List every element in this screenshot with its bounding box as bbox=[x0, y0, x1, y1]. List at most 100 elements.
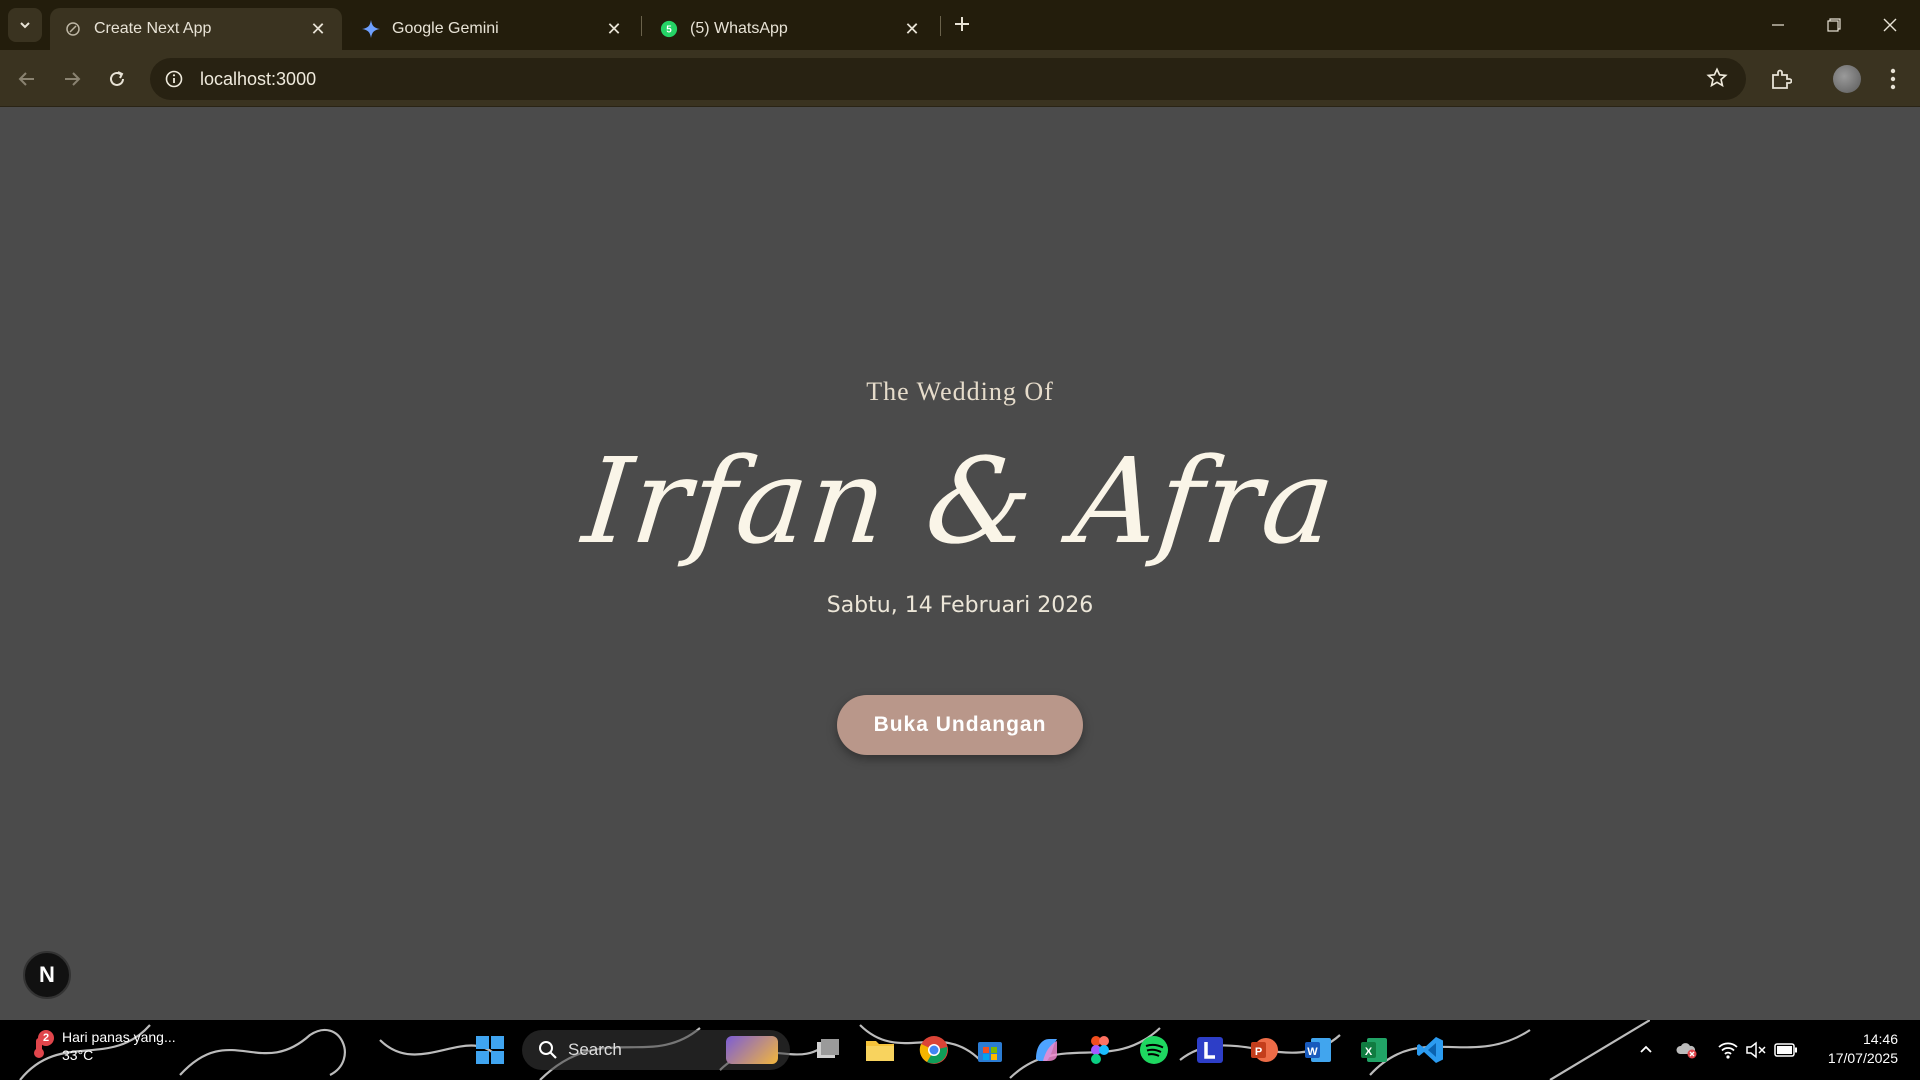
copilot-button[interactable] bbox=[1028, 1032, 1064, 1068]
url-text: localhost:3000 bbox=[200, 68, 317, 89]
vscode-button[interactable] bbox=[1412, 1032, 1448, 1068]
site-info-icon[interactable] bbox=[162, 67, 186, 91]
minimize-icon bbox=[1772, 24, 1784, 26]
close-window-button[interactable] bbox=[1862, 0, 1918, 50]
taskbar-search-box[interactable]: Search bbox=[522, 1030, 790, 1070]
tab-title: (5) WhatsApp bbox=[690, 20, 788, 37]
next-favicon-icon bbox=[64, 20, 82, 38]
menu-button[interactable] bbox=[1876, 62, 1910, 96]
search-label: Search bbox=[568, 1040, 622, 1059]
spotify-icon bbox=[1140, 1036, 1168, 1064]
tab-title: Google Gemini bbox=[392, 20, 499, 37]
puzzle-icon bbox=[1772, 69, 1792, 89]
address-bar[interactable]: localhost:3000 bbox=[150, 58, 1746, 100]
chevron-down-icon bbox=[20, 22, 30, 29]
excel-icon: X bbox=[1361, 1038, 1387, 1062]
powerpoint-icon: P bbox=[1251, 1038, 1278, 1062]
weather-description: Hari panas yang... bbox=[62, 1029, 176, 1045]
close-tab-icon[interactable]: ✕ bbox=[902, 19, 922, 39]
system-clock[interactable]: 14:46 17/07/2025 bbox=[1828, 1030, 1898, 1068]
weather-widget[interactable]: 2 Hari panas yang... 33°C bbox=[26, 1028, 176, 1064]
invitation-subtitle: The Wedding Of bbox=[866, 377, 1054, 406]
restore-button[interactable] bbox=[1806, 0, 1862, 50]
nextjs-dev-indicator[interactable]: N bbox=[23, 951, 71, 999]
tab-title: Create Next App bbox=[94, 20, 212, 37]
wifi-tray-button[interactable] bbox=[1716, 1036, 1740, 1064]
extensions-button[interactable] bbox=[1764, 62, 1798, 96]
windows-taskbar: 2 Hari panas yang... 33°C Search P W X 1… bbox=[0, 1020, 1920, 1080]
arrow-left-icon bbox=[18, 72, 34, 86]
task-view-icon bbox=[817, 1039, 839, 1058]
reload-icon bbox=[110, 71, 124, 86]
file-explorer-button[interactable] bbox=[862, 1032, 898, 1068]
browser-toolbar: localhost:3000 bbox=[0, 50, 1920, 107]
reload-button[interactable] bbox=[100, 62, 134, 96]
task-view-button[interactable] bbox=[810, 1032, 846, 1068]
whatsapp-icon: 5 bbox=[660, 20, 678, 38]
open-invitation-button[interactable]: Buka Undangan bbox=[837, 695, 1083, 755]
show-hidden-icons-button[interactable] bbox=[1634, 1036, 1658, 1064]
avatar bbox=[1833, 65, 1861, 93]
svg-text:P: P bbox=[1255, 1046, 1262, 1058]
copilot-icon bbox=[1036, 1039, 1057, 1061]
figma-icon bbox=[1091, 1036, 1109, 1064]
spotify-button[interactable] bbox=[1136, 1032, 1172, 1068]
bookmark-star-icon[interactable] bbox=[1706, 67, 1730, 91]
battery-tray-button[interactable] bbox=[1774, 1036, 1798, 1064]
word-icon: W bbox=[1305, 1038, 1331, 1062]
onedrive-tray-button[interactable] bbox=[1674, 1036, 1698, 1064]
tab-google-gemini[interactable]: Google Gemini ✕ bbox=[348, 8, 638, 50]
profile-button[interactable] bbox=[1830, 62, 1864, 96]
figma-button[interactable] bbox=[1082, 1032, 1118, 1068]
close-icon bbox=[1883, 18, 1897, 32]
browser-tab-bar: Create Next App ✕ Google Gemini ✕ 5 (5) … bbox=[0, 0, 1920, 50]
microsoft-store-button[interactable] bbox=[972, 1032, 1008, 1068]
start-button[interactable] bbox=[472, 1032, 508, 1068]
store-icon bbox=[978, 1042, 1002, 1062]
new-tab-button[interactable] bbox=[948, 10, 976, 38]
forward-button[interactable] bbox=[55, 62, 89, 96]
close-tab-icon[interactable]: ✕ bbox=[604, 19, 624, 39]
clock-time: 14:46 bbox=[1862, 1031, 1898, 1047]
windows-logo-icon bbox=[476, 1036, 504, 1064]
clock-date: 17/07/2025 bbox=[1827, 1050, 1898, 1066]
word-button[interactable]: W bbox=[1300, 1032, 1336, 1068]
chrome-icon bbox=[919, 1036, 948, 1064]
restore-icon bbox=[1827, 18, 1841, 32]
wifi-icon bbox=[1718, 1042, 1738, 1059]
svg-text:X: X bbox=[1365, 1046, 1373, 1058]
plus-icon bbox=[955, 17, 969, 31]
chrome-button[interactable] bbox=[916, 1032, 952, 1068]
tab-separator bbox=[641, 16, 642, 36]
l-app-icon bbox=[1197, 1037, 1223, 1063]
back-button[interactable] bbox=[10, 62, 44, 96]
wedding-date: Sabtu, 14 Februari 2026 bbox=[826, 593, 1094, 618]
vscode-icon bbox=[1417, 1037, 1443, 1063]
close-tab-icon[interactable]: ✕ bbox=[308, 19, 328, 39]
tab-whatsapp[interactable]: 5 (5) WhatsApp ✕ bbox=[646, 8, 936, 50]
folder-icon bbox=[866, 1041, 894, 1061]
powerpoint-button[interactable]: P bbox=[1246, 1032, 1282, 1068]
cloud-error-icon bbox=[1676, 1043, 1697, 1059]
minimize-button[interactable] bbox=[1750, 0, 1806, 50]
search-icon bbox=[539, 1041, 557, 1059]
volume-tray-button[interactable] bbox=[1744, 1036, 1768, 1064]
svg-text:W: W bbox=[1307, 1046, 1318, 1058]
tab-create-next-app[interactable]: Create Next App ✕ bbox=[50, 8, 342, 50]
gemini-icon bbox=[362, 20, 380, 38]
l-app-button[interactable] bbox=[1192, 1032, 1228, 1068]
volume-muted-icon bbox=[1746, 1041, 1766, 1059]
svg-text:5: 5 bbox=[666, 25, 672, 36]
weather-alert-badge: 2 bbox=[38, 1030, 54, 1046]
tab-separator bbox=[940, 16, 941, 36]
battery-icon bbox=[1774, 1043, 1797, 1057]
page-content: The Wedding Of Irfan & Afra Sabtu, 14 Fe… bbox=[0, 107, 1920, 1020]
weather-temperature: 33°C bbox=[62, 1047, 94, 1063]
chevron-up-icon bbox=[1640, 1045, 1652, 1053]
excel-button[interactable]: X bbox=[1356, 1032, 1392, 1068]
tab-search-button[interactable] bbox=[8, 8, 42, 42]
kebab-menu-icon bbox=[1890, 68, 1896, 90]
thermometer-icon: 2 bbox=[26, 1030, 54, 1060]
couple-names: Irfan & Afra bbox=[577, 432, 1343, 570]
search-highlight-icon bbox=[726, 1036, 778, 1064]
